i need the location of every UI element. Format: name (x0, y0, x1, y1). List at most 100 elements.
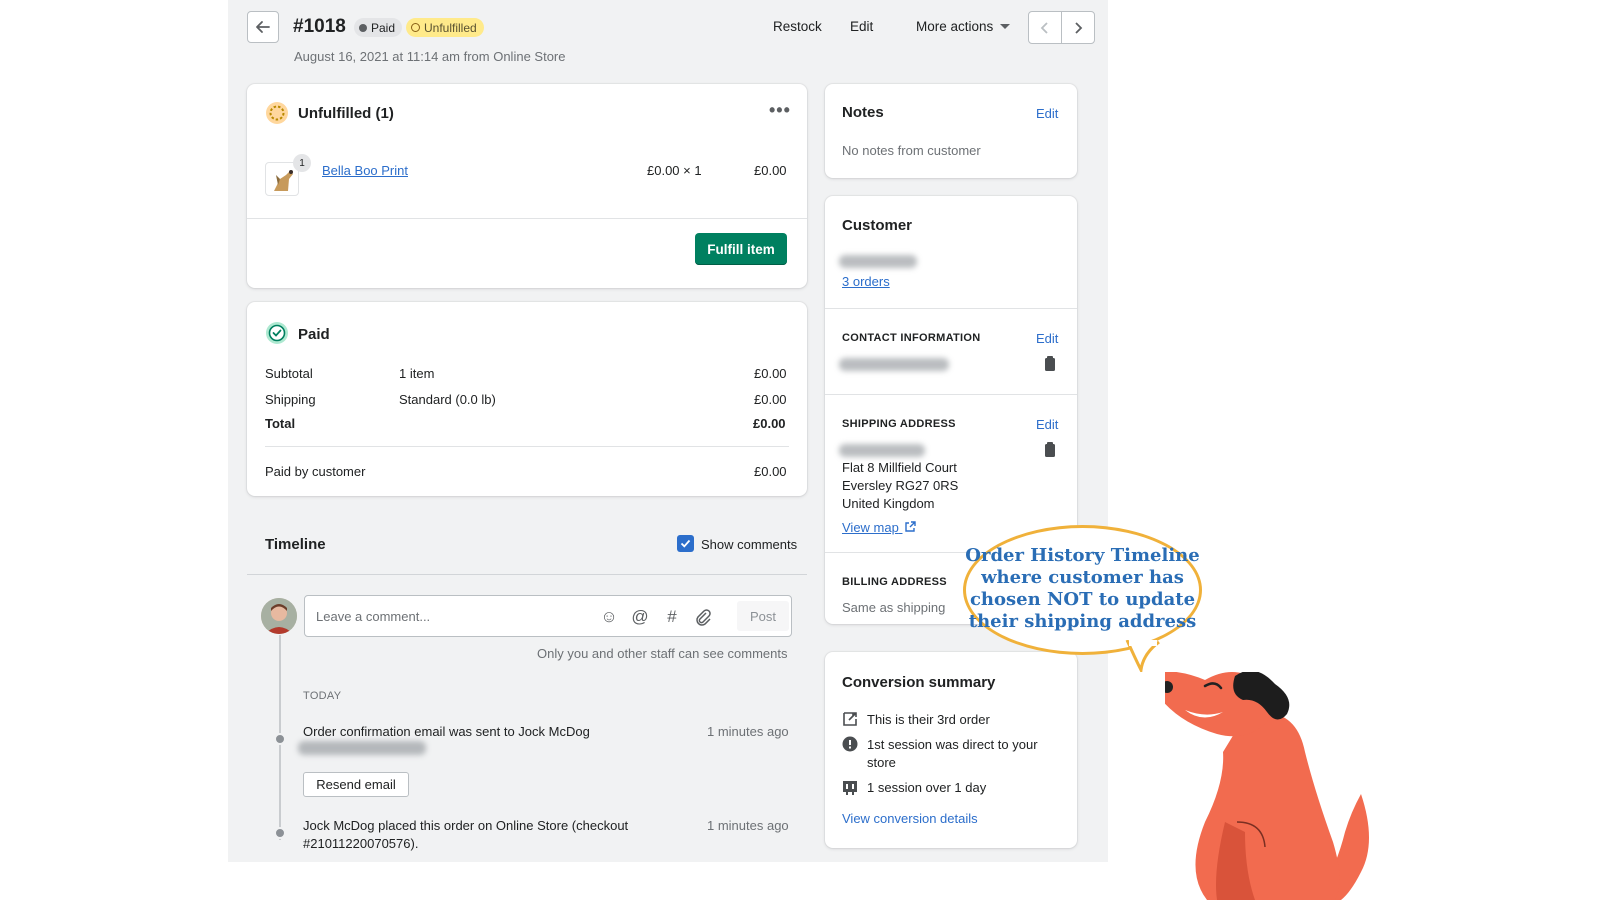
billing-heading: BILLING ADDRESS (842, 576, 947, 588)
paid-by-label: Paid by customer (265, 464, 366, 479)
more-options-icon[interactable]: ••• (769, 100, 791, 121)
order-page: #1018 Paid Unfulfilled August 16, 2021 a… (228, 0, 1108, 862)
total-amount: £0.00 (753, 416, 786, 431)
conversion-item-session-line2: store (867, 755, 896, 770)
timeline-event-email-time: 1 minutes ago (707, 724, 789, 739)
order-number: #1018 (293, 16, 346, 37)
caret-down-icon (1000, 24, 1011, 29)
shipping-label: Shipping (265, 392, 316, 407)
redacted-contact-email (839, 358, 949, 371)
view-conversion-details-link[interactable]: View conversion details (842, 811, 978, 826)
paid-by-amount: £0.00 (754, 464, 787, 479)
callout-line: chosen NOT to update (969, 589, 1196, 610)
unfulfilled-title: Unfulfilled (1) (298, 105, 394, 122)
notes-body: No notes from customer (842, 143, 981, 158)
hashtag-icon[interactable]: # (662, 607, 682, 627)
timeline-title: Timeline (265, 536, 326, 553)
card-divider (247, 218, 807, 219)
order-date: August 16, 2021 at 11:14 am from Online … (294, 49, 566, 64)
contact-heading: CONTACT INFORMATION (842, 332, 981, 344)
filled-dot-icon (359, 23, 367, 32)
conversion-card: Conversion summary This is their 3rd ord… (825, 652, 1077, 848)
comment-placeholder: Leave a comment... (316, 609, 431, 624)
notes-edit-link[interactable]: Edit (1036, 106, 1058, 121)
staff-note: Only you and other staff can see comment… (537, 646, 788, 661)
quantity-badge: 1 (293, 154, 311, 172)
address-line1: Flat 8 Millfield Court (842, 460, 957, 475)
subtotal-detail: 1 item (399, 366, 435, 381)
paid-badge: Paid (354, 18, 403, 37)
more-actions-button[interactable]: More actions (916, 19, 1011, 34)
unfulfilled-badge-label: Unfulfilled (424, 20, 477, 35)
view-map-link[interactable]: View map (842, 520, 917, 535)
callout-line: their shipping address (968, 611, 1197, 632)
staff-avatar (261, 598, 297, 634)
product-link[interactable]: Bella Boo Print (322, 163, 408, 178)
timeline-divider (247, 574, 807, 575)
timeline-dot (274, 733, 286, 745)
chevron-right-icon (1075, 21, 1083, 34)
callout-text: Order History Timeline where customer ha… (963, 545, 1202, 633)
more-actions-label: More actions (916, 19, 994, 34)
redacted-shipping-name (839, 444, 925, 457)
back-button[interactable] (247, 11, 279, 43)
contact-edit-link[interactable]: Edit (1036, 331, 1058, 346)
notes-card: Notes Edit No notes from customer (825, 84, 1077, 178)
unfulfilled-status-icon (266, 102, 288, 124)
subtotal-amount: £0.00 (754, 366, 787, 381)
resend-email-button[interactable]: Resend email (303, 772, 409, 797)
item-total: £0.00 (754, 163, 787, 178)
item-price: £0.00 × 1 (647, 163, 702, 178)
chevron-left-icon (1040, 21, 1048, 34)
next-order-button[interactable] (1061, 12, 1094, 43)
address-line3: United Kingdom (842, 496, 935, 511)
timeline-event-order-line1: Jock McDog placed this order on Online S… (303, 818, 629, 833)
order-history-icon (843, 712, 857, 726)
paid-badge-label: Paid (371, 20, 396, 35)
customer-divider (825, 394, 1077, 395)
customer-orders-link[interactable]: 3 orders (842, 274, 890, 289)
timeline-event-email: Order confirmation email was sent to Joc… (303, 724, 590, 739)
redacted-email (298, 741, 426, 755)
timeline-event-order-time: 1 minutes ago (707, 818, 789, 833)
billing-body: Same as shipping (842, 600, 946, 615)
paid-card: Paid Subtotal 1 item £0.00 Shipping Stan… (247, 302, 807, 496)
clipboard-icon[interactable] (1045, 442, 1055, 457)
attachment-icon[interactable] (693, 607, 713, 627)
subtotal-label: Subtotal (265, 366, 313, 381)
view-map-label: View map (842, 520, 899, 535)
show-comments-checkbox[interactable] (677, 535, 694, 552)
comment-input[interactable]: Leave a comment... ☺ @ # Post (304, 595, 792, 637)
previous-order-button[interactable] (1029, 12, 1061, 43)
mention-icon[interactable]: @ (630, 607, 650, 627)
unfulfilled-card: Unfulfilled (1) ••• 1 Bella Boo Print £0… (247, 84, 807, 288)
shipping-detail: Standard (0.0 lb) (399, 392, 496, 407)
post-button[interactable]: Post (737, 601, 789, 631)
callout-line: Order History Timeline (965, 545, 1200, 566)
paid-check-icon (266, 322, 288, 344)
total-label: Total (265, 416, 296, 431)
redacted-customer-name (839, 255, 917, 268)
shipping-heading: SHIPPING ADDRESS (842, 418, 956, 430)
ring-icon (411, 23, 420, 32)
conversion-item-duration: 1 session over 1 day (867, 780, 987, 795)
arrow-left-icon (256, 21, 270, 33)
timeline-event-order-line2: #21011220070576). (303, 836, 419, 851)
shipping-amount: £0.00 (754, 392, 787, 407)
restock-button[interactable]: Restock (773, 19, 822, 34)
conversion-item-orders: This is their 3rd order (867, 712, 990, 727)
address-line2: Eversley RG27 0RS (842, 478, 959, 493)
conversion-title: Conversion summary (842, 674, 996, 691)
shipping-edit-link[interactable]: Edit (1036, 417, 1058, 432)
clipboard-icon[interactable] (1045, 356, 1055, 371)
emoji-icon[interactable]: ☺ (599, 607, 619, 627)
fulfill-item-button[interactable]: Fulfill item (695, 233, 787, 265)
checkmark-icon (680, 539, 691, 548)
edit-button[interactable]: Edit (850, 19, 873, 34)
external-link-icon (905, 521, 917, 532)
show-comments-label: Show comments (701, 537, 798, 552)
timeline-day-label: TODAY (303, 690, 342, 702)
notes-title: Notes (842, 104, 884, 121)
timeline-dot (274, 827, 286, 839)
paid-title: Paid (298, 326, 330, 343)
